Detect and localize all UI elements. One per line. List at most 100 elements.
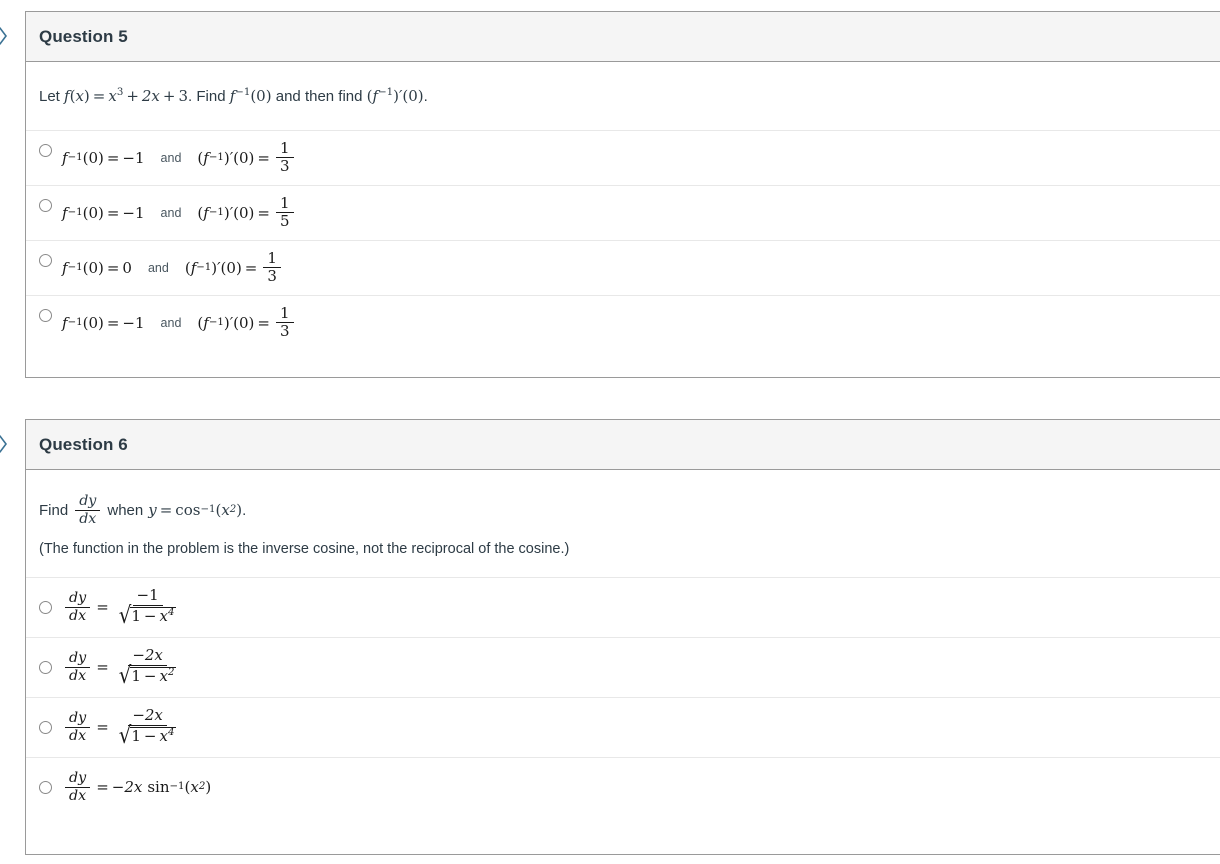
opt-fraction-numerator: 1 <box>263 250 281 269</box>
answer-option-label: dy dx = −2x √ 1− x2 <box>62 647 183 689</box>
answer-option-row[interactable]: f −1 (0) = 0 and (f −1) ′ (0) = 1 3 <box>26 239 1220 295</box>
answer-option-row[interactable]: dy dx = −2x √ 1− x2 <box>26 636 1220 697</box>
opt-lhs-equals: = <box>106 148 120 167</box>
opt-lhs-fn: f <box>62 258 68 277</box>
opt-sin: sin <box>147 778 170 797</box>
question-card-5: Question 5 Let f(x) = x3 +2x +3. Find f−1(0)… <box>25 11 1220 378</box>
opt-rhs-equals: = <box>244 258 258 277</box>
opt-lhs-equals: = <box>106 258 120 277</box>
answer-list-6: dy dx = −1 √ 1− x4 dy dx = −2x √ 1 − x2 … <box>26 576 1220 817</box>
opt-rhs-arg: (0) <box>233 313 255 332</box>
opt-and-word: and <box>160 150 182 165</box>
opt-result-numerator: −2x <box>128 707 167 726</box>
prompt-x: x <box>221 500 230 519</box>
question-prompt-6: Find dy dx when y = cos −1(x 2). <box>39 493 247 527</box>
opt-equals: = <box>96 778 109 797</box>
answer-option-row[interactable]: dy dx = −2x √ 1− x4 <box>26 696 1220 757</box>
opt-lhs-arg: (0) <box>82 148 104 167</box>
question-title: Question 5 <box>39 26 128 46</box>
radicand-x: x <box>159 726 168 745</box>
radicand-exponent: 4 <box>167 726 175 738</box>
radicand-minus: − <box>143 606 157 625</box>
prompt-tail-arg: (0) <box>402 87 424 105</box>
opt-dydx-denominator: dx <box>69 787 87 804</box>
prompt-period-2: . <box>423 88 428 105</box>
opt-fraction-numerator: 1 <box>275 305 294 324</box>
radio-button[interactable] <box>39 198 52 212</box>
opt-lhs-value: −1 <box>122 203 145 222</box>
opt-rhs-arg: (0) <box>233 148 255 167</box>
square-root-icon: √ 1− x4 <box>118 601 177 629</box>
opt-lhs-value: 0 <box>122 258 132 277</box>
answer-option-label: f −1 (0) = −1 and (f −1) ′ (0) = 1 5 <box>62 195 297 231</box>
prompt-plus-2: + <box>162 87 176 105</box>
opt-result-numerator: −1 <box>132 587 163 606</box>
prompt-period: . <box>242 501 247 519</box>
answer-option-row[interactable]: f −1 (0) = −1 and (f −1) ′ (0) = 1 5 <box>26 184 1220 240</box>
radio-button[interactable] <box>39 660 52 674</box>
opt-result-fraction: −1 √ 1− x4 <box>115 587 181 629</box>
radio-button[interactable] <box>39 720 52 734</box>
opt-coefficient: −2x <box>111 778 143 797</box>
prompt-dydx-numerator: dy <box>75 494 101 511</box>
opt-fraction: 1 3 <box>263 250 281 286</box>
chevron-right-hex-icon[interactable] <box>0 25 9 47</box>
chevron-right-hex-icon[interactable] <box>0 433 9 455</box>
opt-equals: = <box>96 718 109 737</box>
prompt-paren-close: ) <box>83 87 90 105</box>
radical-sign: √ <box>118 601 132 629</box>
radio-button[interactable] <box>39 253 52 267</box>
opt-result-denominator: √ 1− x4 <box>115 721 181 749</box>
radio-button[interactable] <box>39 308 52 322</box>
radio-button[interactable] <box>39 143 52 157</box>
answer-list-5: f −1 (0) = −1 and (f −1) ′ (0) = 1 3 f −1 (0) = −1 <box>26 129 1220 350</box>
question-body-5: Let f(x) = x3 +2x +3. Find f−1(0) and then f… <box>26 62 1220 350</box>
answer-option-row[interactable]: dy dx = −1 √ 1− x4 <box>26 576 1220 637</box>
answer-option-row[interactable]: f −1 (0) = −1 and (f −1) ′ (0) = 1 3 <box>26 294 1220 350</box>
prompt-when-word: when <box>107 501 144 519</box>
answer-option-row[interactable]: dy dx = −2x sin −1(x 2) <box>26 756 1220 817</box>
prompt-tail-exponent: −1 <box>378 87 394 98</box>
opt-equals: = <box>96 658 109 677</box>
prompt-plus-1: + <box>126 87 139 105</box>
radio-button[interactable] <box>39 600 52 614</box>
opt-and-word: and <box>147 260 169 275</box>
opt-dydx-fraction: dy dx <box>65 590 91 624</box>
opt-lhs-equals: = <box>106 203 120 222</box>
square-root-icon: √ 1− x2 <box>118 661 177 689</box>
opt-lhs-value: −1 <box>122 148 145 167</box>
prompt-mid-text: and then find <box>271 88 367 105</box>
opt-fraction-numerator: 1 <box>275 140 294 159</box>
opt-fraction-denominator: 5 <box>279 212 290 231</box>
radical-sign: √ <box>118 661 132 689</box>
radicand: 1− x4 <box>130 606 177 627</box>
prompt-dydx-denominator: dx <box>79 510 97 527</box>
opt-dydx-numerator: dy <box>65 710 91 728</box>
quiz-page: Question 5 Let f(x) = x3 +2x +3. Find f−1(0)… <box>0 0 1220 864</box>
radicand-one: 1 <box>131 666 141 685</box>
opt-rhs-arg: (0) <box>220 258 242 277</box>
opt-fraction: 1 3 <box>275 140 294 176</box>
opt-fraction: 1 5 <box>275 195 294 231</box>
opt-rhs-arg: (0) <box>233 203 255 222</box>
radicand-minus: − <box>143 666 157 685</box>
question-note-6: (The function in the problem is the inve… <box>39 540 570 557</box>
answer-option-row[interactable]: f −1 (0) = −1 and (f −1) ′ (0) = 1 3 <box>26 129 1220 185</box>
radio-button[interactable] <box>39 780 52 794</box>
opt-rhs-fn: f <box>203 148 209 167</box>
opt-result-numerator: −2x <box>128 647 167 666</box>
opt-x: x <box>190 778 199 797</box>
opt-lhs-fn: f <box>62 313 68 332</box>
opt-dydx-fraction: dy dx <box>65 650 91 684</box>
prompt-find-word: Find <box>39 501 69 519</box>
opt-dydx-numerator: dy <box>65 590 91 608</box>
opt-rhs-fn: f <box>203 313 209 332</box>
opt-paren-close: ) <box>205 778 212 797</box>
opt-rhs-equals: = <box>257 148 270 167</box>
radical-sign: √ <box>118 721 132 749</box>
opt-dydx-numerator: dy <box>65 770 91 788</box>
question-header-5: Question 5 <box>26 12 1220 62</box>
opt-result-fraction: −2x √ 1− x4 <box>115 707 181 749</box>
answer-option-label: dy dx = −2x √ 1− x4 <box>62 707 183 749</box>
opt-fraction-numerator: 1 <box>275 195 294 214</box>
